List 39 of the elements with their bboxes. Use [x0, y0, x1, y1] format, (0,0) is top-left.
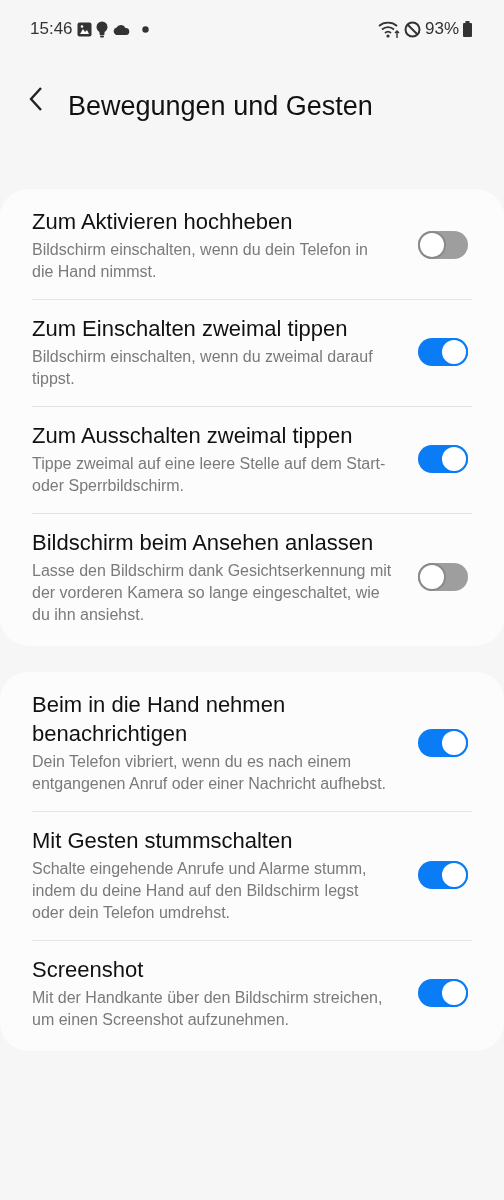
toggle-switch[interactable]	[418, 445, 468, 473]
back-icon[interactable]	[28, 86, 44, 112]
toggle-switch[interactable]	[418, 728, 468, 757]
setting-title: Zum Aktivieren hochheben	[32, 208, 294, 236]
battery-icon	[463, 21, 472, 37]
settings-item[interactable]: Beim in die Hand nehmen benachrichtigen Dein Telefon vibriert, wenn du es nach einem entgangenen Anruf oder einer Nachricht aufhebst.	[0, 676, 504, 811]
cloud-icon	[111, 23, 130, 35]
setting-title: Bildschirm beim Ansehen anlassen	[32, 529, 375, 557]
settings-item[interactable]: Zum Aktivieren hochheben Bildschirm einschalten, wenn du dein Telefon in die Hand nimmst.	[0, 193, 504, 299]
dot-icon	[141, 25, 149, 33]
toggle-switch[interactable]	[418, 338, 468, 366]
setting-description: Tippe zweimal auf eine leere Stelle auf dem Start- oder Sperrbildschirm.	[32, 454, 387, 496]
clock: 15:46	[30, 18, 73, 41]
setting-description: Mit der Handkante über den Bildschirm streichen, um einen Screenshot aufzunehmen.	[32, 988, 384, 1030]
page-title: Bewegungen und Gesten	[68, 90, 373, 123]
setting-title: Zum Einschalten zweimal tippen	[32, 315, 349, 343]
toggle-switch[interactable]	[418, 861, 468, 889]
image-icon	[76, 21, 92, 37]
setting-title: Zum Ausschalten zweimal tippen	[32, 422, 354, 450]
blocked-icon	[403, 20, 421, 38]
battery-percentage: 93%	[424, 18, 459, 41]
setting-title: Beim in die Hand nehmen benachrichtigen	[32, 691, 287, 748]
settings-item[interactable]: Bildschirm beim Ansehen anlassen Lasse den Bildschirm dank Gesichtserkennung mit der vorderen Kamera so lange eingeschaltet, wie du ihn ansiehst.	[0, 514, 504, 642]
toggle-switch[interactable]	[418, 563, 468, 591]
toggle-switch[interactable]	[418, 979, 468, 1007]
wifi-icon	[377, 20, 400, 38]
toggle-switch[interactable]	[418, 231, 468, 259]
setting-description: Bildschirm einschalten, wenn du dein Telefon in die Hand nimmst.	[32, 240, 369, 282]
setting-description: Lasse den Bildschirm dank Gesichtserkennung mit der vorderen Kamera so lange eingeschaltet, wie du ihn ansiehst.	[32, 561, 392, 625]
setting-title: Screenshot	[32, 956, 145, 984]
bulb-icon	[95, 20, 108, 38]
setting-description: Schalte eingehende Anrufe und Alarme stumm, indem du deine Hand auf den Bildschirm legst oder dein Telefon umdrehst.	[32, 859, 368, 923]
settings-item[interactable]: Zum Ausschalten zweimal tippen Tippe zweimal auf eine leere Stelle auf dem Start- oder Sperrbildschirm.	[0, 407, 504, 513]
settings-item[interactable]: Zum Einschalten zweimal tippen Bildschirm einschalten, wenn du zweimal darauf tippst.	[0, 300, 504, 406]
setting-description: Dein Telefon vibriert, wenn du es nach einem entgangenen Anruf oder einer Nachricht aufhebst.	[32, 752, 388, 794]
settings-item[interactable]: Mit Gesten stummschalten Schalte eingehende Anrufe und Alarme stumm, indem du deine Hand auf den Bildschirm legst oder dein Telefon umdrehst.	[0, 812, 504, 940]
setting-title: Mit Gesten stummschalten	[32, 827, 294, 855]
setting-description: Bildschirm einschalten, wenn du zweimal darauf tippst.	[32, 347, 374, 389]
settings-item[interactable]: Screenshot Mit der Handkante über den Bildschirm streichen, um einen Screenshot aufzunehmen.	[0, 941, 504, 1047]
